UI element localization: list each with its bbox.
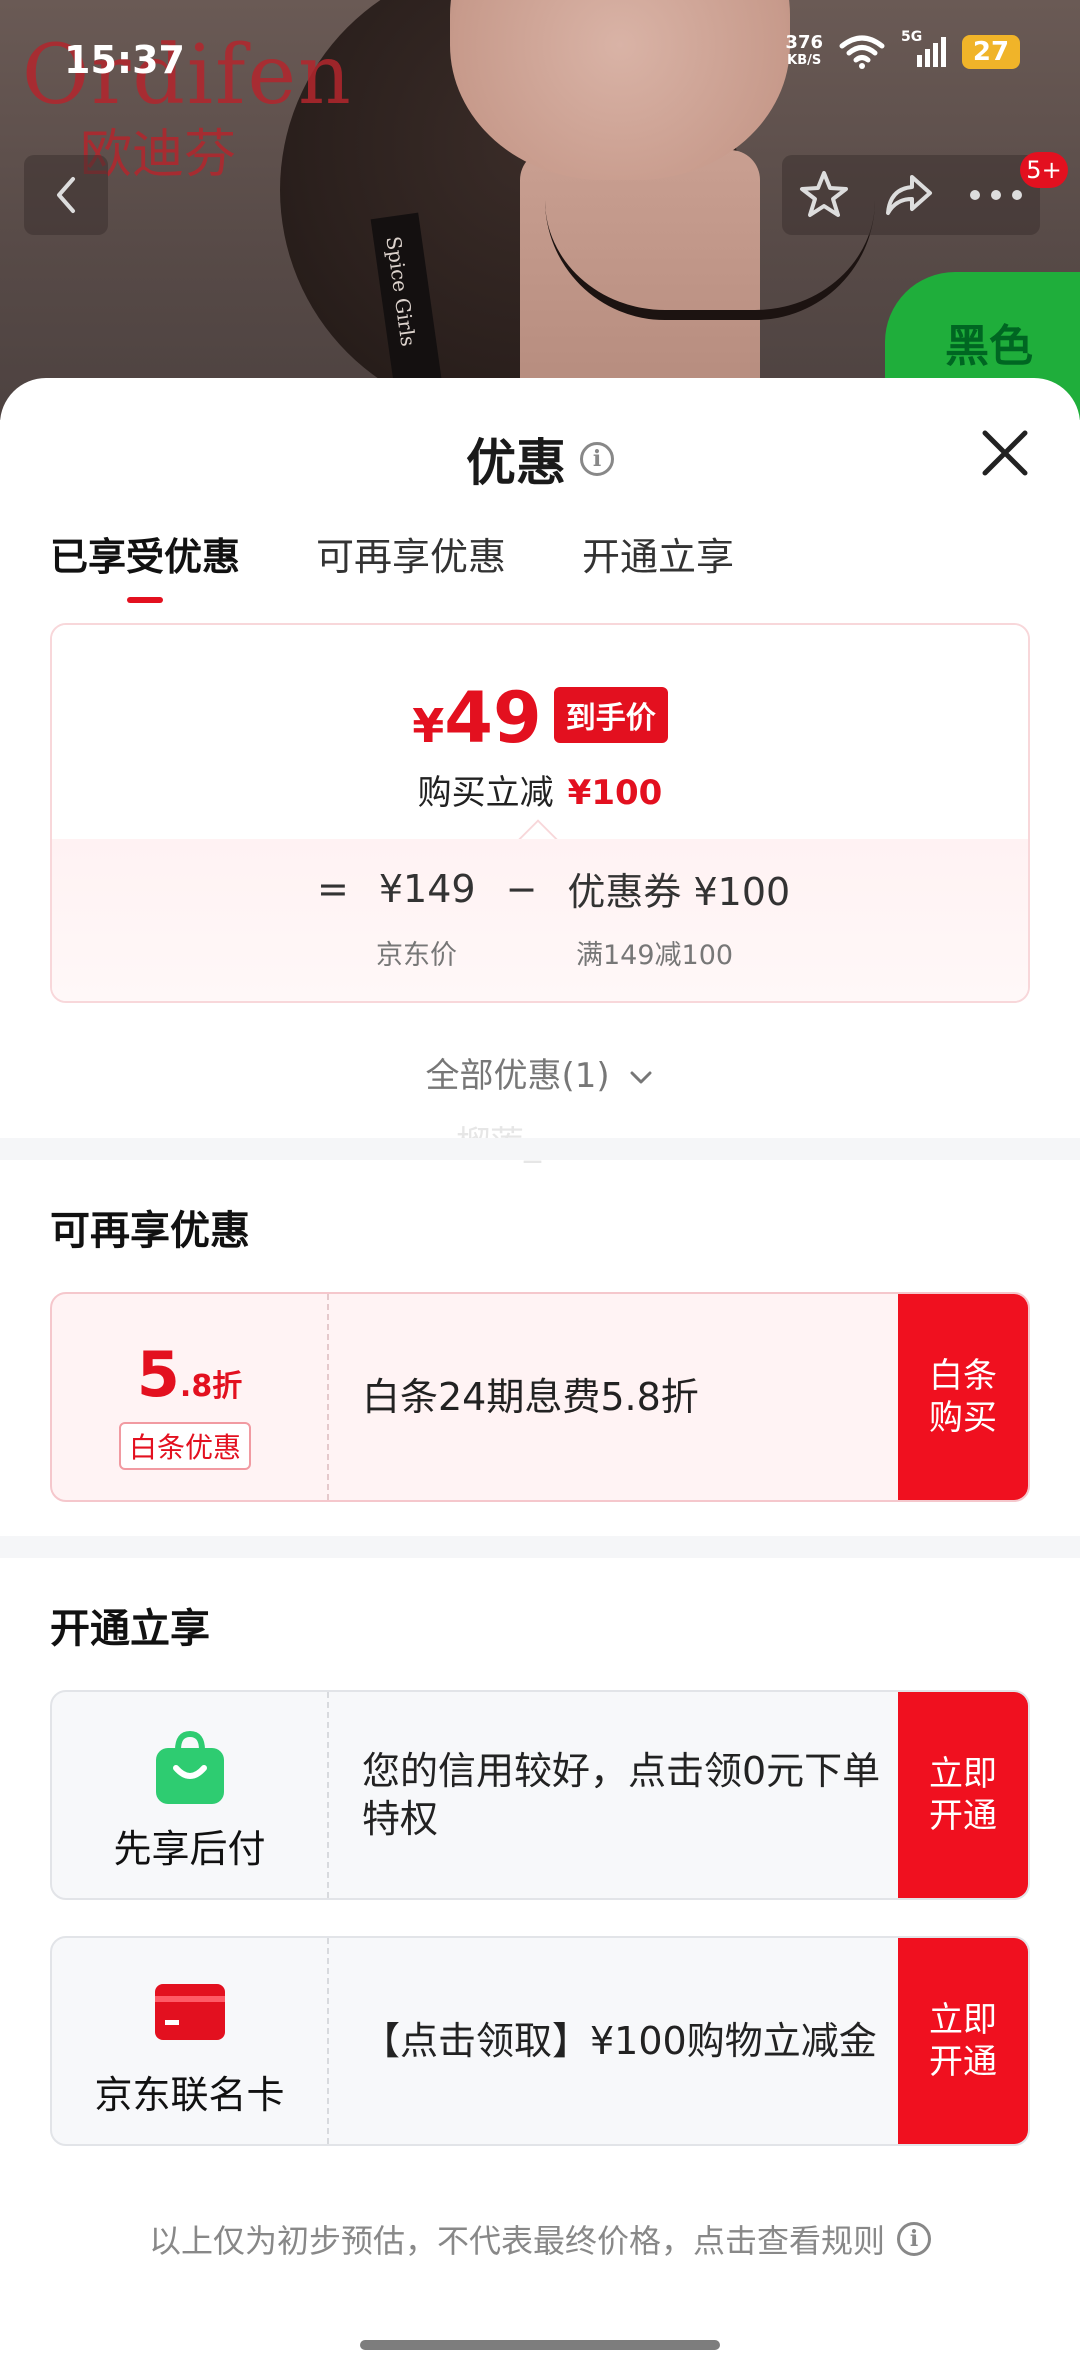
co-brand-card-icon-box xyxy=(52,1982,327,2042)
section-divider xyxy=(0,1536,1080,1558)
back-button[interactable] xyxy=(24,155,108,235)
pay-later-left: 先享后付 xyxy=(52,1692,329,1898)
sheet-header: 优惠 i xyxy=(0,423,1080,495)
co-brand-card-open-line1: 立即 xyxy=(929,2000,997,2040)
tab-enjoyed[interactable]: 已享受优惠 xyxy=(50,526,240,603)
top-action-group xyxy=(782,155,1040,235)
status-indicators: 376 KB/S 5G 27 xyxy=(785,29,1020,70)
co-brand-card-left: 京东联名卡 xyxy=(52,1938,329,2144)
reduce-label: 购买立减 xyxy=(417,773,554,813)
strap-text: Spice Girls xyxy=(381,234,421,348)
wifi-icon xyxy=(839,35,885,69)
credit-card-icon xyxy=(154,1984,225,2040)
info-icon[interactable]: i xyxy=(580,442,614,476)
discount-sheet: 优惠 i 已享受优惠 可再享优惠 开通立享 ¥49 到手价 购买立减 ¥100 = … xyxy=(0,378,1080,2374)
co-brand-card-open-line2: 开通 xyxy=(929,2042,997,2082)
share-icon[interactable] xyxy=(882,171,936,219)
pay-later-desc: 您的信用较好，点击领0元下单特权 xyxy=(362,1749,881,1841)
all-discounts-label: 全部优惠(1) xyxy=(425,1056,610,1096)
more-icon[interactable] xyxy=(968,188,1024,202)
discount-rate-big: 5 xyxy=(136,1338,180,1411)
all-discounts-toggle[interactable]: 全部优惠(1) xyxy=(0,1048,1080,1097)
sheet-title: 优惠 xyxy=(466,434,566,492)
discount-rate: 5.8折 xyxy=(52,1338,327,1411)
pay-later-label: 先享后付 xyxy=(113,1827,266,1871)
baitiao-offer-left: 5.8折 白条优惠 xyxy=(52,1294,329,1500)
pay-later-card: 先享后付 您的信用较好，点击领0元下单特权 立即 开通 xyxy=(50,1690,1030,1900)
footer-rules-link[interactable]: 以上仅为初步预估，不代表最终价格，点击查看规则 i xyxy=(0,2216,1080,2262)
formula-minus: − xyxy=(505,866,538,911)
baitiao-offer-desc: 白条24期息费5.8折 xyxy=(362,1375,699,1419)
chevron-down-icon xyxy=(630,1071,652,1084)
pay-later-open-button[interactable]: 立即 开通 xyxy=(898,1692,1028,1898)
discount-tabs: 已享受优惠 可再享优惠 开通立享 xyxy=(50,526,734,603)
final-price-currency: ¥ xyxy=(412,699,445,753)
network-speed-unit: KB/S xyxy=(787,53,822,68)
co-brand-card-offer: 京东联名卡 【点击领取】¥100购物立减金 立即 开通 xyxy=(50,1936,1030,2146)
status-time: 15:37 xyxy=(64,38,185,82)
price-formula: = ¥149 − 优惠券 ¥100 xyxy=(317,861,790,916)
pay-later-icon-box xyxy=(52,1730,327,1806)
co-brand-card-label: 京东联名卡 xyxy=(94,2073,285,2117)
network-speed-value: 376 xyxy=(785,32,823,53)
final-price-tag: 到手价 xyxy=(553,687,668,743)
coupon-rule: 满149减100 xyxy=(576,940,734,971)
baitiao-buy-line2: 购买 xyxy=(929,1398,997,1438)
cellular-signal-icon: 5G xyxy=(901,29,946,67)
pay-later-open-line2: 开通 xyxy=(929,1796,997,1836)
section-divider xyxy=(0,1138,1080,1160)
promo-badge-text: 黑色 xyxy=(945,321,1033,372)
price-breakdown-card: ¥49 到手价 购买立减 ¥100 = ¥149 − 优惠券 ¥100 京东价 满1… xyxy=(50,623,1030,1003)
battery-indicator: 27 xyxy=(962,35,1020,69)
home-indicator[interactable] xyxy=(360,2340,720,2350)
baitiao-buy-line1: 白条 xyxy=(929,1356,997,1396)
pay-later-open-line1: 立即 xyxy=(929,1754,997,1794)
notification-badge: 5+ xyxy=(1020,152,1068,188)
baitiao-tag: 白条优惠 xyxy=(119,1422,252,1470)
footer-note-text: 以上仅为初步预估，不代表最终价格，点击查看规则 xyxy=(148,2222,885,2260)
reduce-amount: ¥100 xyxy=(567,773,663,813)
formula-equals: = xyxy=(317,866,349,911)
chevron-left-icon xyxy=(57,177,75,213)
close-icon[interactable] xyxy=(975,423,1035,483)
reduce-line: 购买立减 ¥100 xyxy=(52,765,1028,814)
baitiao-buy-button[interactable]: 白条 购买 xyxy=(898,1294,1028,1500)
co-brand-card-open-button[interactable]: 立即 开通 xyxy=(898,1938,1028,2144)
co-brand-card-desc: 【点击领取】¥100购物立减金 xyxy=(362,2019,877,2063)
open-offers-title: 开通立享 xyxy=(50,1606,210,1652)
network-type: 5G xyxy=(901,29,923,45)
tab-open-to-enjoy[interactable]: 开通立享 xyxy=(582,526,734,581)
final-price: ¥49 到手价 xyxy=(52,677,1028,759)
base-price-label: 京东价 xyxy=(376,940,457,971)
star-icon[interactable] xyxy=(798,169,850,221)
final-price-value: 49 xyxy=(444,677,542,759)
more-offers-title: 可再享优惠 xyxy=(50,1208,250,1254)
baitiao-offer-card: 5.8折 白条优惠 白条24期息费5.8折 白条 购买 xyxy=(50,1292,1030,1502)
rules-info-icon: i xyxy=(897,2222,931,2256)
network-speed: 376 KB/S xyxy=(785,34,823,70)
tab-more-available[interactable]: 可再享优惠 xyxy=(316,526,506,581)
coupon-value: 优惠券 ¥100 xyxy=(567,870,791,914)
base-price: ¥149 xyxy=(378,866,476,911)
discount-rate-small: .8折 xyxy=(179,1369,243,1404)
shopping-bag-icon xyxy=(155,1730,224,1804)
